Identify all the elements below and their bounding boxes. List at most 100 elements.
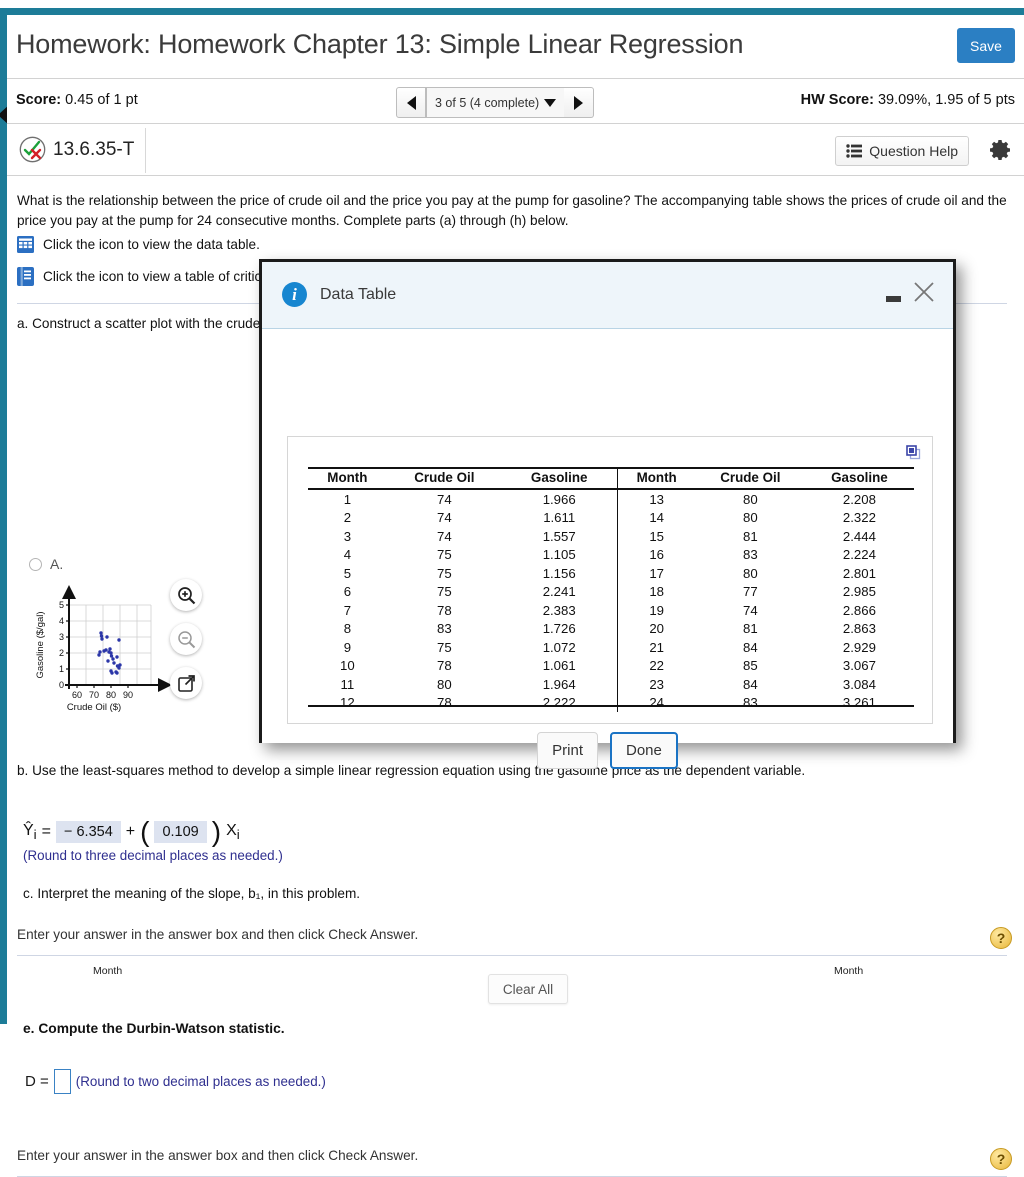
cell-gas2: 2.866 <box>842 602 876 618</box>
cell-gas: 1.105 <box>542 547 576 562</box>
part-e-text: e. Compute the Durbin-Watson statistic. <box>23 1021 285 1036</box>
cell-crude2: 83 <box>742 695 758 710</box>
col-crude-right: Crude Oil <box>695 467 805 490</box>
enter-answer-note-2: Enter your answer in the answer box and … <box>17 1148 419 1163</box>
question-help-label: Question Help <box>869 143 958 159</box>
previous-question-button[interactable] <box>396 87 426 118</box>
done-button[interactable]: Done <box>609 732 678 769</box>
radio-button-a[interactable] <box>29 557 42 571</box>
cell-crude: 75 <box>436 547 452 562</box>
part-b-round-note: (Round to three decimal places as needed… <box>23 848 283 863</box>
cell-crude2: 84 <box>742 676 758 692</box>
cell-month2: 16 <box>616 545 696 564</box>
svg-text:60: 60 <box>72 690 82 700</box>
cell-crude2: 77 <box>742 584 758 599</box>
scatter-plot-choice-a[interactable]: 012 345 6070 8090 Crude Oil ($) Gasoli <box>31 579 172 714</box>
svg-text:0: 0 <box>59 680 64 690</box>
help-badge-2[interactable]: ? <box>990 1148 1012 1170</box>
cell-month2: 23 <box>616 675 696 694</box>
svg-text:5: 5 <box>59 600 64 610</box>
cell-gas: 2.383 <box>542 602 576 618</box>
col-gas-left: Gasoline <box>501 467 618 490</box>
cell-month2: 15 <box>616 527 696 546</box>
cell-month: 8 <box>343 621 352 636</box>
popout-icon <box>177 674 195 692</box>
cell-crude: 78 <box>436 695 452 710</box>
question-help-button[interactable]: Question Help <box>835 136 969 166</box>
page-root: Homework: Homework Chapter 13: Simple Li… <box>0 0 1024 1177</box>
d-label: D = <box>25 1073 49 1090</box>
cell-gas: 2.241 <box>542 584 576 599</box>
left-graph-x-label: Month <box>93 965 123 977</box>
svg-text:90: 90 <box>123 690 133 700</box>
svg-text:Gasoline ($/gal): Gasoline ($/gal) <box>35 611 46 678</box>
caret-down-icon <box>544 98 557 107</box>
zoom-in-button[interactable] <box>170 579 202 611</box>
cell-gas2: 3.067 <box>842 658 876 673</box>
copy-icon[interactable] <box>906 445 921 465</box>
cell-crude: 74 <box>436 528 452 544</box>
cell-gas2: 2.863 <box>842 621 876 636</box>
cell-month: 3 <box>343 528 352 544</box>
cell-gas: 1.726 <box>542 621 576 636</box>
enter-answer-note-1: Enter your answer in the answer box and … <box>17 927 419 942</box>
list-icon <box>846 144 863 158</box>
cell-gas2: 2.929 <box>842 639 876 655</box>
choice-a-option[interactable]: A. <box>29 556 63 572</box>
exercise-id-label: 13.6.35-T <box>53 138 135 160</box>
top-accent-bar <box>0 8 1024 15</box>
cell-crude: 80 <box>436 676 452 692</box>
slope-input[interactable]: 0.109 <box>154 821 207 844</box>
cell-gas: 1.966 <box>542 491 576 507</box>
close-icon[interactable] <box>911 279 937 305</box>
cell-gas: 1.611 <box>543 510 576 525</box>
d-value-input[interactable] <box>53 1069 71 1094</box>
cell-crude: 78 <box>436 602 452 618</box>
open-paren: ( <box>140 816 150 847</box>
cell-crude: 74 <box>436 510 452 525</box>
cell-gas: 1.156 <box>542 565 576 581</box>
exercise-identifier: 13.6.35-T <box>19 136 134 163</box>
svg-text:1: 1 <box>59 664 64 674</box>
cell-crude2: 85 <box>742 658 758 673</box>
minimize-icon[interactable] <box>886 296 901 302</box>
col-month-right: Month <box>616 467 696 490</box>
expand-plot-button[interactable] <box>170 667 202 699</box>
cell-month: 10 <box>340 658 355 673</box>
question-selector-dropdown[interactable]: 3 of 5 (4 complete) <box>426 87 565 118</box>
data-table-link[interactable]: Click the icon to view the data table. <box>17 236 260 253</box>
table-row: 7 78 2.383 19 74 2.866 <box>308 601 914 620</box>
cell-month: 6 <box>343 584 352 599</box>
svg-text:70: 70 <box>89 690 99 700</box>
table-row: 3 74 1.557 15 81 2.444 <box>308 527 914 546</box>
cell-month2: 18 <box>616 582 696 601</box>
next-question-button[interactable] <box>564 87 595 118</box>
intercept-input[interactable]: − 6.354 <box>55 821 121 844</box>
print-button[interactable]: Print <box>537 732 598 769</box>
table-row: 6 75 2.241 18 77 2.985 <box>308 582 914 601</box>
help-badge-1[interactable]: ? <box>990 927 1012 949</box>
cell-month: 1 <box>343 491 352 507</box>
clear-all-button[interactable]: Clear All <box>488 974 568 1004</box>
cell-gas2: 2.444 <box>842 528 876 544</box>
save-button[interactable]: Save <box>957 28 1015 63</box>
equation-yhat: Ŷi <box>23 822 37 843</box>
cell-gas2: 2.322 <box>842 510 876 525</box>
close-paren: ) <box>211 816 222 847</box>
equation-plus: + <box>125 823 136 841</box>
cell-crude2: 80 <box>742 510 758 525</box>
zoom-out-button[interactable] <box>170 623 202 655</box>
settings-button[interactable] <box>989 138 1013 167</box>
svg-text:3: 3 <box>59 632 64 642</box>
cell-month2: 21 <box>616 638 696 657</box>
cell-gas: 1.072 <box>542 639 576 655</box>
table-row: 4 75 1.105 16 83 2.224 <box>308 545 914 564</box>
gear-icon <box>990 140 1010 160</box>
table-body: 1 74 1.966 13 80 2.208 2 74 1.611 14 80 2.322 3 74 1.5… <box>308 489 914 712</box>
table-row: 8 83 1.726 20 81 2.863 <box>308 619 914 638</box>
col-gas-right: Gasoline <box>804 467 914 490</box>
table-bottom-rule <box>308 705 914 707</box>
hw-score-value: 39.09%, 1.95 of 5 pts <box>877 92 1015 108</box>
cell-gas2: 2.208 <box>842 491 876 507</box>
choice-a-label: A. <box>50 556 64 572</box>
